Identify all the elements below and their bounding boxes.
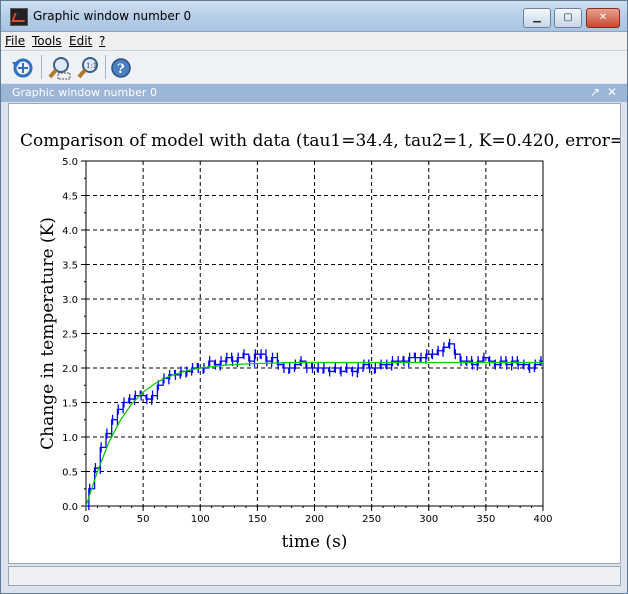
- graphic-window: Graphic window number 0 ▁ ▢ ✕ File Tools…: [0, 0, 628, 594]
- panel-header: Graphic window number 0 ↗ ✕: [1, 84, 627, 102]
- y-tick-label: 1.5: [62, 399, 78, 410]
- menu-tools[interactable]: Tools: [32, 34, 62, 48]
- x-tick-label: 300: [419, 514, 438, 525]
- x-axis-label: time (s): [282, 532, 348, 552]
- svg-text:1:1: 1:1: [86, 62, 97, 70]
- y-tick-label: 5.0: [62, 157, 78, 168]
- menu-bar: File Tools Edit ?: [1, 32, 627, 51]
- help-button[interactable]: ?: [108, 55, 134, 81]
- toolbar: 1:1 ?: [1, 51, 627, 83]
- chart-svg: Comparison of model with data (tau1=34.4…: [20, 131, 628, 552]
- help-icon: ?: [111, 58, 131, 78]
- panel-title: Graphic window number 0: [12, 86, 157, 99]
- rotate-icon: [12, 58, 33, 78]
- y-tick-label: 0.0: [62, 502, 78, 513]
- x-tick-label: 350: [476, 514, 495, 525]
- x-tick-label: 200: [305, 514, 324, 525]
- menu-help[interactable]: ?: [99, 34, 105, 48]
- y-tick-label: 3.5: [62, 261, 78, 272]
- y-tick-label: 3.0: [62, 295, 78, 306]
- x-tick-label: 0: [83, 514, 89, 525]
- close-button[interactable]: ✕: [586, 8, 620, 28]
- zoom-icon: [48, 57, 71, 80]
- svg-text:?: ?: [117, 62, 125, 77]
- y-tick-label: 0.5: [62, 468, 78, 479]
- x-tick-label: 100: [191, 514, 210, 525]
- y-axis-label: Change in temperature (K): [38, 217, 58, 450]
- y-tick-label: 2.0: [62, 364, 78, 375]
- x-tick-label: 250: [362, 514, 381, 525]
- window-title: Graphic window number 0: [33, 9, 192, 23]
- unzoom-icon: 1:1: [77, 57, 98, 79]
- x-tick-label: 400: [533, 514, 552, 525]
- panel-close-icon[interactable]: ✕: [607, 85, 617, 99]
- menu-file[interactable]: File: [5, 34, 25, 48]
- scilab-app-icon: [10, 8, 28, 26]
- chart-title: Comparison of model with data (tau1=34.4…: [20, 131, 620, 151]
- undock-icon[interactable]: ↗: [590, 85, 600, 99]
- status-bar: [8, 566, 621, 586]
- y-tick-label: 4.0: [62, 226, 78, 237]
- y-tick-label: 1.0: [62, 433, 78, 444]
- minimize-button[interactable]: ▁: [523, 8, 551, 28]
- menu-edit[interactable]: Edit: [69, 34, 92, 48]
- y-tick-label: 2.5: [62, 330, 78, 341]
- x-tick-label: 150: [248, 514, 267, 525]
- x-tick-label: 50: [137, 514, 150, 525]
- maximize-button[interactable]: ▢: [554, 8, 582, 28]
- zoom-button[interactable]: [47, 55, 73, 81]
- plot-canvas[interactable]: Comparison of model with data (tau1=34.4…: [8, 103, 628, 564]
- title-bar[interactable]: Graphic window number 0 ▁ ▢ ✕: [1, 1, 627, 32]
- unzoom-button[interactable]: 1:1: [76, 55, 102, 81]
- toolbar-separator: [105, 55, 106, 79]
- y-tick-label: 4.5: [62, 192, 78, 203]
- toolbar-separator: [41, 55, 42, 79]
- rotate-button[interactable]: [10, 55, 36, 81]
